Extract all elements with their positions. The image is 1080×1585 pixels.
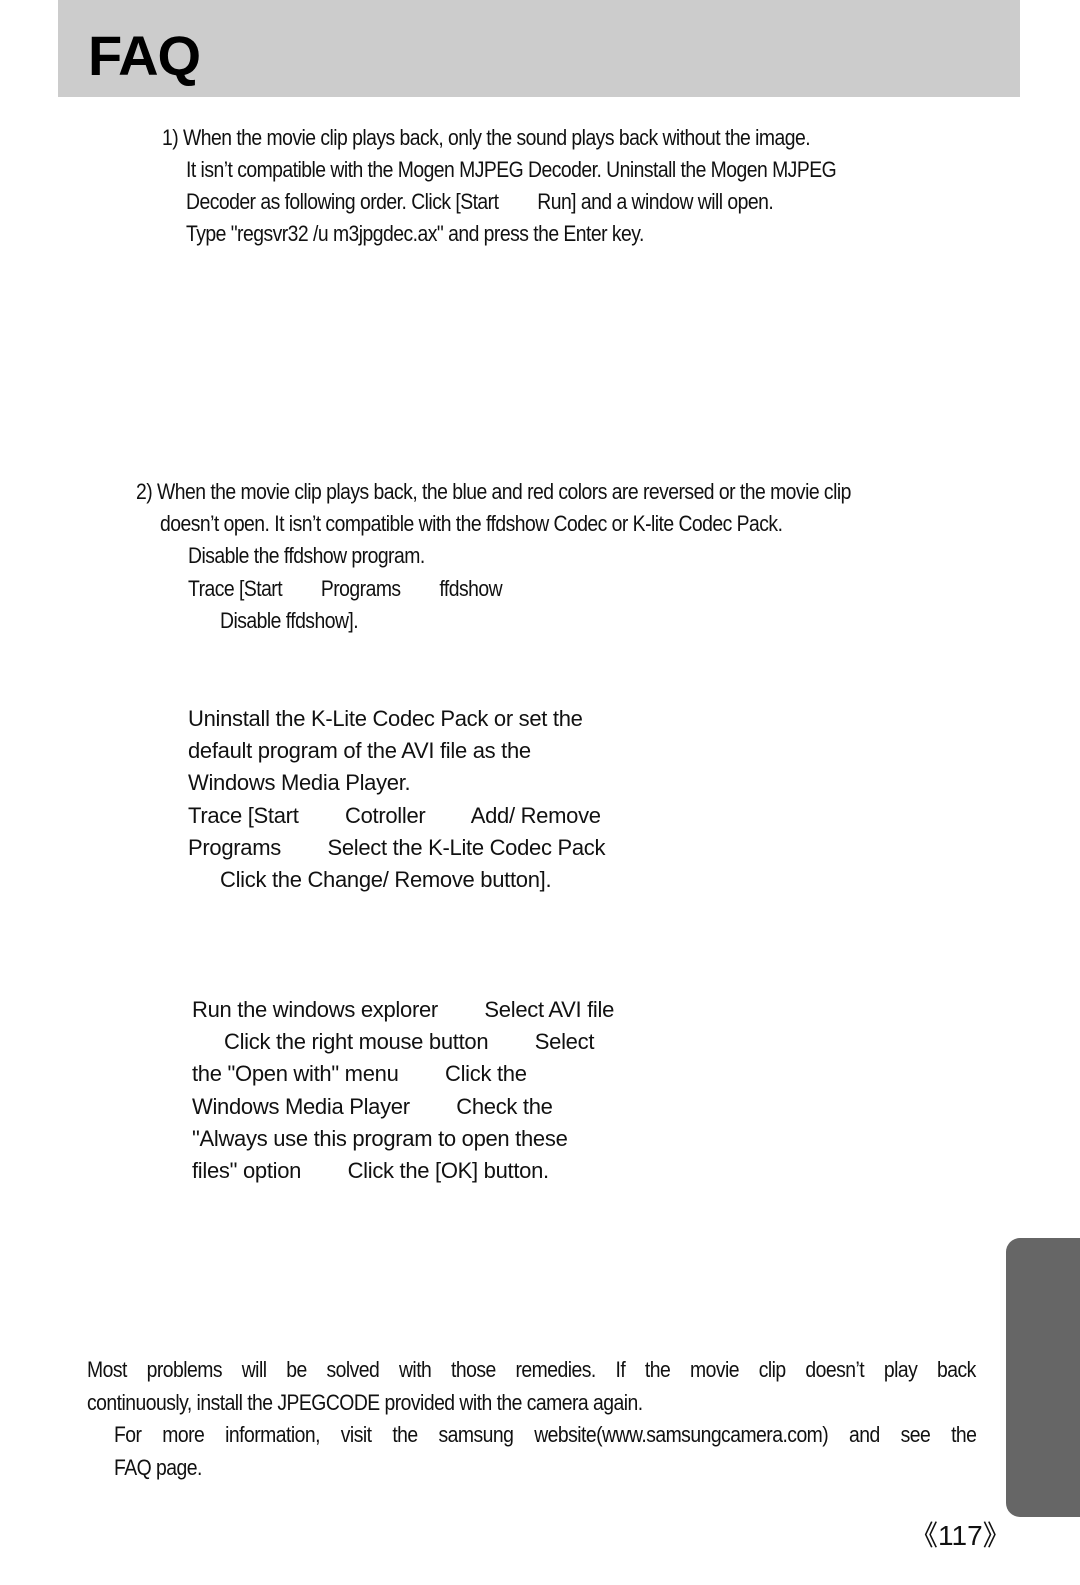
- faq-answer-1-line: Decoder as following order. Click [Start…: [186, 189, 774, 214]
- faq-question-2: 2) When the movie clip plays back, the b…: [136, 479, 851, 504]
- note-remedies-cont: continuously, install the JPEGCODE provi…: [87, 1390, 643, 1415]
- ffdshow-step: Trace [Start Programs ffdshow: [188, 576, 503, 601]
- klite-step: default program of the AVI file as the: [188, 738, 531, 763]
- klite-step: Uninstall the K-Lite Codec Pack or set t…: [188, 706, 583, 731]
- explorer-step: Click the right mouse button Select: [224, 1029, 595, 1054]
- page-title: FAQ: [88, 24, 201, 87]
- note-remedies: Most problems will be solved with those …: [87, 1357, 976, 1382]
- explorer-step: files" option Click the [OK] button.: [192, 1158, 549, 1183]
- page-number: 《117》: [910, 1520, 1011, 1551]
- ffdshow-step: Disable ffdshow].: [220, 608, 359, 633]
- explorer-step: the "Open with" menu Click the: [192, 1061, 527, 1086]
- faq-answer-1-line: It isn’t compatible with the Mogen MJPEG…: [186, 157, 837, 182]
- klite-step: Trace [Start Cotroller Add/ Remove: [188, 803, 601, 828]
- faq-answer-1-line: Type "regsvr32 /u m3jpgdec.ax" and press…: [186, 221, 644, 246]
- explorer-step: Run the windows explorer Select AVI file: [192, 997, 615, 1022]
- note-website-cont: FAQ page.: [114, 1455, 202, 1480]
- explorer-step: "Always use this program to open these: [192, 1126, 568, 1151]
- klite-step: Click the Change/ Remove button].: [220, 867, 552, 892]
- ffdshow-step: Disable the ffdshow program.: [188, 543, 425, 568]
- page-header: FAQ: [58, 0, 1020, 97]
- explorer-step: Windows Media Player Check the: [192, 1094, 553, 1119]
- note-website: For more information, visit the samsung …: [114, 1422, 977, 1447]
- chapter-side-tab: [1006, 1238, 1080, 1517]
- faq-question-1: 1) When the movie clip plays back, only …: [162, 125, 811, 150]
- klite-step: Programs Select the K-Lite Codec Pack: [188, 835, 606, 860]
- klite-step: Windows Media Player.: [188, 770, 411, 795]
- faq-answer-2-line: doesn’t open. It isn’t compatible with t…: [160, 511, 783, 536]
